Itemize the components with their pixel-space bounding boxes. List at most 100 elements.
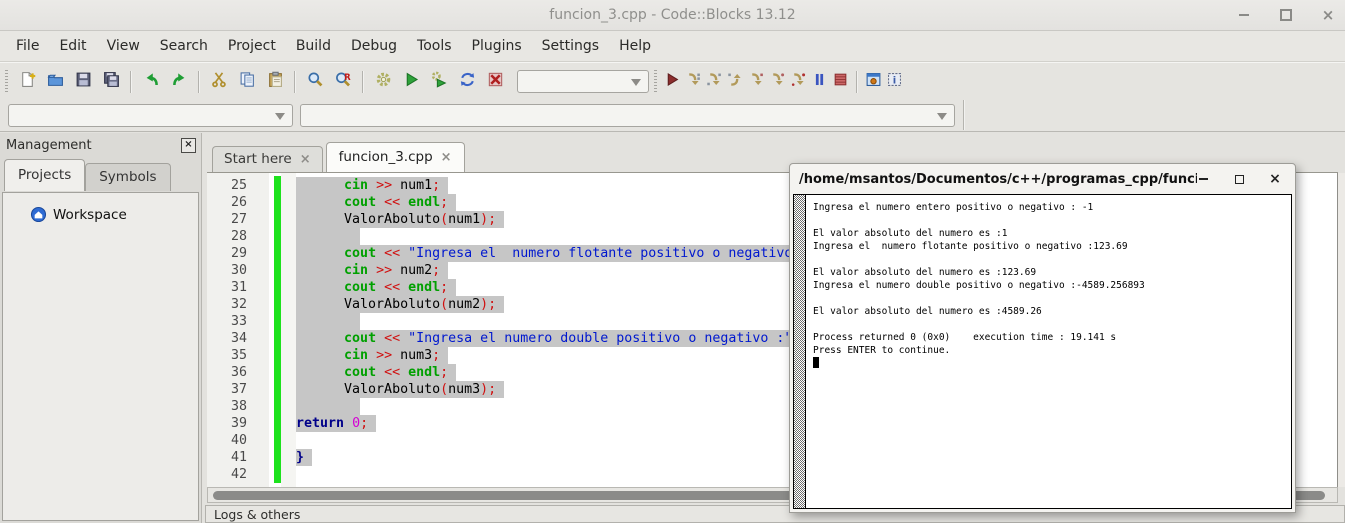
editor-tab-start-here[interactable]: Start here ×: [212, 146, 323, 172]
undo-button[interactable]: [137, 68, 165, 95]
menu-item-file[interactable]: File: [6, 38, 49, 54]
line-number[interactable]: 32: [207, 296, 247, 313]
minimize-icon[interactable]: [1197, 173, 1209, 185]
chevron-down-icon: [275, 113, 285, 120]
menu-item-debug[interactable]: Debug: [341, 38, 407, 54]
code-line-text: return 0;: [296, 415, 376, 432]
menu-item-search[interactable]: Search: [150, 38, 218, 54]
gutter-gap: [247, 194, 296, 211]
line-number[interactable]: 31: [207, 279, 247, 296]
tab-projects[interactable]: Projects: [4, 159, 85, 191]
editor-tab-label: Start here: [224, 151, 292, 167]
replace-button[interactable]: R: [329, 68, 357, 95]
gutter-gap: [247, 466, 296, 483]
minimize-icon[interactable]: [1237, 8, 1251, 22]
debug-next-instruction-icon: [748, 71, 765, 92]
close-icon[interactable]: ×: [1269, 173, 1281, 185]
debug-step-into-button[interactable]: [704, 68, 725, 95]
editor-tab-funcion-3-cpp[interactable]: funcion_3.cpp×: [326, 142, 465, 172]
menu-item-edit[interactable]: Edit: [49, 38, 96, 54]
rebuild-icon: [459, 71, 476, 92]
line-number[interactable]: 33: [207, 313, 247, 330]
new-file-button[interactable]: [13, 68, 41, 95]
line-number[interactable]: 27: [207, 211, 247, 228]
toolbar-gripper[interactable]: [654, 70, 657, 94]
window-titlebar[interactable]: funcion_3.cpp - Code::Blocks 13.12 ×: [0, 0, 1345, 31]
close-icon[interactable]: ×: [181, 138, 196, 153]
menu-item-settings[interactable]: Settings: [532, 38, 609, 54]
close-icon[interactable]: ×: [1321, 8, 1335, 22]
maximize-icon[interactable]: [1233, 173, 1245, 185]
menu-item-project[interactable]: Project: [218, 38, 286, 54]
line-number[interactable]: 36: [207, 364, 247, 381]
tree-item-workspace[interactable]: Workspace: [3, 193, 198, 223]
debug-break-button[interactable]: [809, 68, 830, 95]
debug-next-line-button[interactable]: [683, 68, 704, 95]
logs-label: Logs & others: [214, 507, 300, 522]
toolbar-separator: [294, 71, 296, 93]
toolbar-gripper[interactable]: [5, 70, 8, 94]
line-number[interactable]: 34: [207, 330, 247, 347]
rebuild-button[interactable]: [453, 68, 481, 95]
debug-step-into-instruction-button[interactable]: [767, 68, 788, 95]
line-number[interactable]: 28: [207, 228, 247, 245]
menu-item-view[interactable]: View: [97, 38, 150, 54]
line-number[interactable]: 42: [207, 466, 247, 483]
debug-continue-button[interactable]: [662, 68, 683, 95]
terminal-scrollbar[interactable]: [794, 195, 806, 508]
build-and-run-icon: [431, 71, 448, 92]
abort-button[interactable]: [481, 68, 509, 95]
gutter-gap: [247, 262, 296, 279]
line-number[interactable]: 39: [207, 415, 247, 432]
debug-next-instruction-button[interactable]: [746, 68, 767, 95]
find-button[interactable]: [301, 68, 329, 95]
toolbar-separator: [198, 71, 200, 93]
debug-stop-button[interactable]: [830, 68, 851, 95]
toolbar-combobox-left[interactable]: [8, 104, 293, 127]
line-number[interactable]: 41: [207, 449, 247, 466]
build-target-combobox[interactable]: [517, 70, 649, 93]
code-line-text: cout << endl;: [296, 194, 456, 211]
editor-vertical-scrollbar[interactable]: [1337, 173, 1345, 487]
line-number[interactable]: 29: [207, 245, 247, 262]
tab-symbols[interactable]: Symbols: [85, 163, 170, 191]
save-button[interactable]: [69, 68, 97, 95]
svg-text:R: R: [344, 73, 351, 83]
line-number[interactable]: 26: [207, 194, 247, 211]
line-number[interactable]: 30: [207, 262, 247, 279]
build-and-run-button[interactable]: [425, 68, 453, 95]
save-all-button[interactable]: [97, 68, 125, 95]
line-number[interactable]: 37: [207, 381, 247, 398]
menu-item-plugins[interactable]: Plugins: [462, 38, 532, 54]
close-icon[interactable]: ×: [300, 153, 311, 166]
tree-item-label: Workspace: [53, 207, 127, 223]
debug-step-into-instruction-icon: [769, 71, 786, 92]
build-button[interactable]: [369, 68, 397, 95]
line-number[interactable]: 25: [207, 177, 247, 194]
line-number[interactable]: 35: [207, 347, 247, 364]
line-number[interactable]: 40: [207, 432, 247, 449]
terminal-titlebar[interactable]: /home/msantos/Documentos/c++/programas_c…: [790, 164, 1295, 194]
paste-button[interactable]: [261, 68, 289, 95]
run-button[interactable]: [397, 68, 425, 95]
toolbar-combobox-right[interactable]: [300, 104, 955, 127]
maximize-icon[interactable]: [1279, 8, 1293, 22]
menu-item-build[interactable]: Build: [286, 38, 341, 54]
menu-item-tools[interactable]: Tools: [407, 38, 462, 54]
debug-step-out-button[interactable]: [725, 68, 746, 95]
various-info-button[interactable]: i: [884, 68, 905, 95]
open-file-button[interactable]: [41, 68, 69, 95]
menu-item-help[interactable]: Help: [609, 38, 661, 54]
debugging-windows-button[interactable]: [863, 68, 884, 95]
copy-button[interactable]: [233, 68, 261, 95]
redo-button[interactable]: [165, 68, 193, 95]
window-title: funcion_3.cpp - Code::Blocks 13.12: [0, 0, 1345, 30]
debug-run-to-cursor-button[interactable]: [788, 68, 809, 95]
gutter-gap: [247, 228, 296, 245]
management-tabs: ProjectsSymbols: [0, 159, 201, 191]
cut-button[interactable]: [205, 68, 233, 95]
projects-tree: Workspace: [2, 192, 199, 521]
line-number[interactable]: 38: [207, 398, 247, 415]
debug-break-icon: [811, 71, 828, 92]
close-icon[interactable]: ×: [441, 151, 452, 164]
